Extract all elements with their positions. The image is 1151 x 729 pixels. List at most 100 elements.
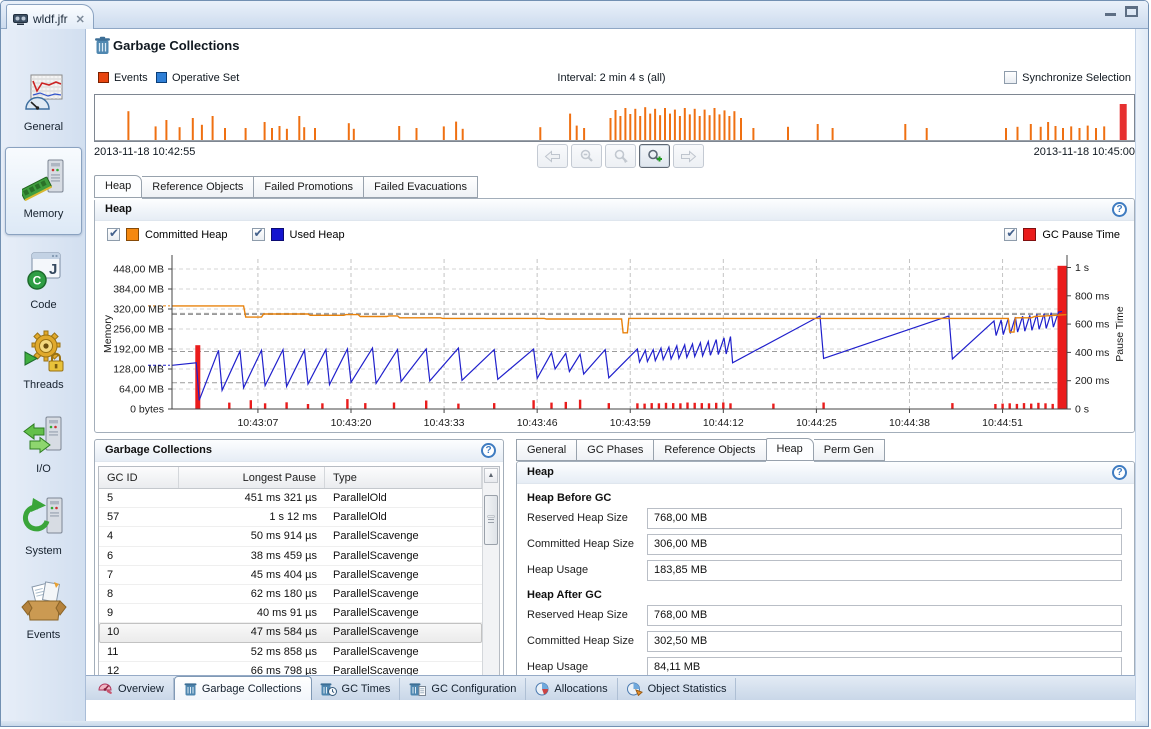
bottom-tab-gc[interactable]: Garbage Collections <box>174 676 312 700</box>
field-label: Heap Usage <box>527 661 588 673</box>
sidebar-item-io[interactable]: I/O <box>5 407 82 487</box>
tab-reference-objects[interactable]: Reference Objects <box>142 176 253 198</box>
sidebar-item-memory[interactable]: Memory <box>5 147 82 235</box>
zoom-out-icon[interactable] <box>571 144 602 168</box>
detail-tab-perm-gen[interactable]: Perm Gen <box>814 439 885 461</box>
trash-clock-icon <box>320 682 337 696</box>
longest-pause-cell: 1 s 12 ms <box>179 511 325 523</box>
timeline-start-time: 2013-11-18 10:42:55 <box>94 146 195 158</box>
gears-lock-icon <box>5 323 82 379</box>
table-row[interactable]: 5451 ms 321 µsParallelOld <box>99 489 482 508</box>
detail-tab-reference-objects[interactable]: Reference Objects <box>653 439 765 461</box>
synchronize-selection-checkbox[interactable] <box>1004 71 1017 84</box>
tab-failed-promotions[interactable]: Failed Promotions <box>253 176 363 198</box>
legend-checkbox[interactable] <box>1004 228 1017 241</box>
sidebar-item-code[interactable]: JCCode <box>5 243 82 323</box>
column-header-longest-pause[interactable]: Longest Pause <box>179 467 325 488</box>
synchronize-selection-label: Synchronize Selection <box>1022 72 1131 84</box>
java-code-icon: JC <box>5 243 82 299</box>
legend-committed-heap[interactable]: Committed Heap <box>107 228 228 241</box>
gc-table-header[interactable]: GC IDLongest PauseType <box>99 467 499 489</box>
help-icon[interactable]: ? <box>1112 202 1127 217</box>
field-value[interactable]: 306,00 MB <box>647 534 1122 555</box>
field-value[interactable]: 768,00 MB <box>647 605 1122 626</box>
table-row[interactable]: 450 ms 914 µsParallelScavenge <box>99 527 482 546</box>
column-header-gc-id[interactable]: GC ID <box>99 467 179 488</box>
application-window: wldf.jfr ✕ GeneralMemoryJCCodeThreadsI/O… <box>0 0 1149 727</box>
minimize-icon[interactable] <box>1104 6 1117 17</box>
sidebar-item-threads[interactable]: Threads <box>5 323 82 403</box>
field-row: Reserved Heap Size768,00 MB <box>517 605 1134 627</box>
field-row: Committed Heap Size302,50 MB <box>517 631 1134 653</box>
table-row[interactable]: 638 ms 459 µsParallelScavenge <box>99 547 482 566</box>
bottom-tab-label: Garbage Collections <box>202 683 302 695</box>
editor-tab-wldf[interactable]: wldf.jfr ✕ <box>6 4 94 29</box>
table-row[interactable]: 940 ms 91 µsParallelScavenge <box>99 604 482 623</box>
longest-pause-cell: 62 ms 180 µs <box>179 588 325 600</box>
table-row[interactable]: 1152 ms 858 µsParallelScavenge <box>99 643 482 662</box>
gc-table-group-title: Garbage Collections ? <box>95 440 503 462</box>
field-row: Committed Heap Size306,00 MB <box>517 534 1134 556</box>
type-cell: ParallelOld <box>325 492 482 504</box>
help-icon[interactable]: ? <box>481 443 496 458</box>
svg-text:10:43:46: 10:43:46 <box>517 417 558 429</box>
bottom-tab-label: Object Statistics <box>648 683 727 695</box>
zoom-reset-icon[interactable] <box>605 144 636 168</box>
svg-text:320,00 MB: 320,00 MB <box>113 304 164 316</box>
table-row[interactable]: 862 ms 180 µsParallelScavenge <box>99 585 482 604</box>
detail-tab-gc-phases[interactable]: GC Phases <box>576 439 653 461</box>
ram-server-icon <box>6 152 81 208</box>
field-value[interactable]: 768,00 MB <box>647 508 1122 529</box>
recycle-server-icon <box>5 489 82 545</box>
bottom-tab-overview[interactable]: Overview <box>89 678 174 700</box>
sidebar-item-label: Threads <box>5 379 82 391</box>
pie-stats-icon <box>627 682 643 696</box>
sidebar-item-general[interactable]: General <box>5 65 82 145</box>
field-value[interactable]: 302,50 MB <box>647 631 1122 652</box>
detail-tab-general[interactable]: General <box>516 439 576 461</box>
longest-pause-cell: 47 ms 584 µs <box>179 626 325 638</box>
bottom-tab-gcconfig[interactable]: GC Configuration <box>400 678 526 700</box>
back-icon[interactable] <box>537 144 568 168</box>
synchronize-selection[interactable]: Synchronize Selection <box>1004 71 1131 84</box>
forward-icon[interactable] <box>673 144 704 168</box>
gc-detail-tabs: GeneralGC PhasesReference ObjectsHeapPer… <box>516 439 885 461</box>
table-row[interactable]: 1047 ms 584 µsParallelScavenge <box>99 623 482 642</box>
svg-text:448,00 MB: 448,00 MB <box>113 264 164 276</box>
close-icon[interactable]: ✕ <box>76 13 85 26</box>
detail-tab-heap[interactable]: Heap <box>766 438 814 461</box>
legend-checkbox[interactable] <box>252 228 265 241</box>
type-cell: ParallelScavenge <box>325 607 482 619</box>
maximize-icon[interactable] <box>1125 6 1138 17</box>
svg-text:0 bytes: 0 bytes <box>130 404 164 416</box>
heap-chart-group-title: Heap ? <box>95 199 1134 221</box>
zoom-in-icon[interactable] <box>639 144 670 168</box>
column-header-type[interactable]: Type <box>325 467 482 488</box>
table-scrollbar[interactable]: ▲ ▼ <box>482 467 499 692</box>
table-row[interactable]: 745 ms 404 µsParallelScavenge <box>99 566 482 585</box>
scroll-up-icon[interactable]: ▲ <box>484 468 498 483</box>
scrollbar-thumb[interactable] <box>484 495 498 545</box>
field-value[interactable]: 183,85 MB <box>647 560 1122 581</box>
gc-table-body: 5451 ms 321 µsParallelOld571 s 12 msPara… <box>99 489 499 693</box>
heap-chart[interactable]: 448,00 MB384,00 MB320,00 MB256,00 MB192,… <box>97 251 1134 431</box>
legend-label: Used Heap <box>290 229 345 241</box>
tab-heap[interactable]: Heap <box>94 175 142 198</box>
help-icon[interactable]: ? <box>1112 465 1127 480</box>
event-timeline[interactable] <box>94 94 1135 142</box>
svg-text:0 s: 0 s <box>1075 404 1089 416</box>
legend-label: Committed Heap <box>145 229 228 241</box>
bottom-tab-gctimes[interactable]: GC Times <box>311 678 401 700</box>
gc-table-group: Garbage Collections ? GC IDLongest Pause… <box>94 439 504 697</box>
legend-used-heap[interactable]: Used Heap <box>252 228 345 241</box>
legend-checkbox[interactable] <box>107 228 120 241</box>
timeline-nav-buttons <box>537 144 704 168</box>
bottom-tab-label: GC Times <box>342 683 391 695</box>
sidebar-item-events[interactable]: Events <box>5 573 82 653</box>
table-row[interactable]: 571 s 12 msParallelOld <box>99 508 482 527</box>
bottom-tab-objstat[interactable]: Object Statistics <box>618 678 737 700</box>
sidebar-item-system[interactable]: System <box>5 489 82 569</box>
editor-tab-strip: wldf.jfr ✕ <box>1 1 1148 29</box>
tab-failed-evacuations[interactable]: Failed Evacuations <box>363 176 478 198</box>
bottom-tab-alloc[interactable]: Allocations <box>526 678 617 700</box>
